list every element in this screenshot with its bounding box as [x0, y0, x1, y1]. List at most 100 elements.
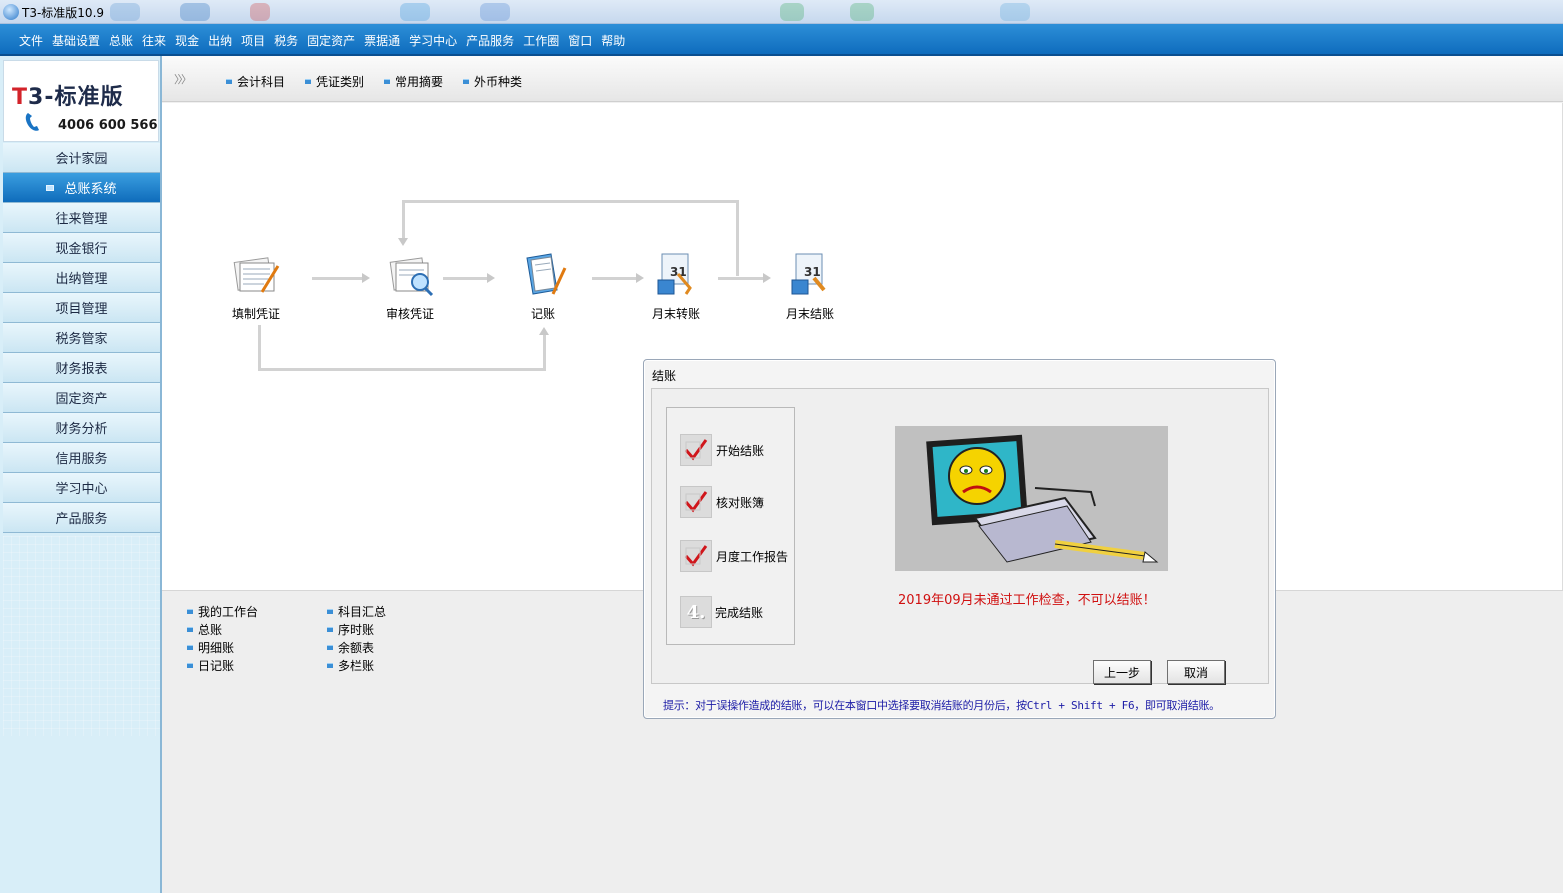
bullet-icon — [305, 79, 312, 84]
sidebar-item[interactable]: 财务报表 — [3, 353, 160, 383]
sidebar-item[interactable]: 项目管理 — [3, 293, 160, 323]
month-end-close-icon: 31 — [791, 253, 826, 295]
quick-links-column-2: 科目汇总 序时账 余额表多栏账 — [327, 602, 386, 674]
svg-text:31: 31 — [804, 265, 821, 279]
sidebar-item[interactable]: 财务分析 — [3, 413, 160, 443]
menu-item[interactable]: 往来 — [142, 32, 166, 49]
sidebar-item-label: 会计家园 — [55, 152, 108, 167]
dialog-title: 结账 — [652, 369, 677, 383]
function-tab[interactable]: 外币种类 — [463, 73, 522, 90]
menu-item[interactable]: 窗口 — [568, 32, 592, 49]
bullet-icon — [187, 626, 193, 632]
step-label: 完成结账 — [715, 605, 764, 620]
support-phone: 4006 600 566 — [58, 118, 158, 133]
quick-link[interactable]: 我的工作台 — [187, 602, 258, 620]
post-ledger-icon — [526, 253, 567, 295]
title-bar: T3-标准版10.9 — [0, 0, 1563, 24]
menu-item[interactable]: 工作圈 — [523, 32, 559, 49]
menu-item[interactable]: 税务 — [274, 32, 298, 49]
check-icon — [680, 540, 712, 572]
sidebar-item[interactable]: 会计家园 — [3, 143, 160, 173]
error-message: 2019年09月未通过工作检查，不可以结账！ — [898, 593, 1156, 608]
flow-node-post[interactable]: 记账 — [503, 250, 583, 322]
check-icon — [680, 434, 712, 466]
menu-item[interactable]: 产品服务 — [466, 32, 514, 49]
sidebar-item[interactable]: 往来管理 — [3, 203, 160, 233]
desktop-decoration — [1000, 3, 1030, 21]
menu-item[interactable]: 项目 — [241, 32, 265, 49]
menu-item[interactable]: 帮助 — [601, 32, 625, 49]
flow-node-label: 审核凭证 — [385, 307, 434, 321]
function-tab-label: 会计科目 — [237, 75, 286, 89]
function-tab-label: 常用摘要 — [395, 75, 444, 89]
expand-chevron-icon[interactable]: 〉〉〉 — [174, 71, 192, 87]
function-tab-strip: 〉〉〉 会计科目 凭证类别 常用摘要 外币种类 — [162, 56, 1563, 102]
function-tab-label: 外币种类 — [474, 75, 523, 89]
cancel-button[interactable]: 取消 — [1167, 660, 1225, 684]
quick-link[interactable]: 日记账 — [187, 656, 258, 674]
flow-node-label: 月末转账 — [651, 307, 700, 321]
voucher-audit-icon — [389, 257, 434, 297]
menu-item[interactable]: 学习中心 — [409, 32, 457, 49]
sidebar-item[interactable]: 现金银行 — [3, 233, 160, 263]
sidebar-item[interactable]: 固定资产 — [3, 383, 160, 413]
menu-item[interactable]: 现金 — [175, 32, 199, 49]
function-tab[interactable]: 常用摘要 — [384, 73, 443, 90]
check-icon — [680, 486, 712, 518]
flow-connector — [402, 200, 739, 203]
quick-link[interactable]: 明细账 — [187, 638, 258, 656]
sidebar-item-label: 固定资产 — [55, 392, 108, 407]
sidebar-item[interactable]: 学习中心 — [3, 473, 160, 503]
arrow-right-icon — [487, 273, 495, 283]
quick-link[interactable]: 总账 — [187, 620, 258, 638]
menu-item[interactable]: 出纳 — [208, 32, 232, 49]
flow-connector — [258, 325, 261, 370]
previous-step-button[interactable]: 上一步 — [1093, 660, 1151, 684]
bullet-icon — [226, 79, 232, 84]
sidebar-item[interactable]: 信用服务 — [3, 443, 160, 473]
arrow-up-icon — [539, 327, 549, 335]
arrow-right-icon — [362, 273, 370, 283]
flow-node-audit-voucher[interactable]: 审核凭证 — [370, 250, 450, 322]
desktop-decoration — [110, 3, 140, 21]
step-number-icon: 4. — [680, 596, 712, 628]
flow-connector — [592, 277, 637, 280]
function-tab[interactable]: 凭证类别 — [305, 73, 364, 90]
product-logo: T3-标准版 4006 600 566 — [3, 60, 159, 142]
flow-node-month-end-close[interactable]: 31 月末结账 — [770, 250, 850, 322]
quick-link[interactable]: 多栏账 — [327, 656, 386, 674]
sidebar-item-label: 项目管理 — [55, 302, 108, 317]
phone-icon — [25, 113, 39, 131]
bullet-icon — [187, 644, 193, 650]
flow-connector — [312, 277, 364, 280]
menu-item[interactable]: 总账 — [109, 32, 133, 49]
sidebar-item[interactable]: 税务管家 — [3, 323, 160, 353]
svg-text:31: 31 — [670, 265, 687, 279]
flow-connector — [258, 368, 546, 371]
flow-node-fill-voucher[interactable]: 填制凭证 — [216, 250, 296, 322]
desktop-decoration — [480, 3, 510, 21]
menu-item[interactable]: 固定资产 — [307, 32, 355, 49]
quick-link-label: 多栏账 — [338, 658, 375, 673]
bullet-icon — [384, 79, 391, 84]
menu-item[interactable]: 文件 — [19, 32, 43, 49]
quick-link[interactable]: 余额表 — [327, 638, 386, 656]
flow-connector — [402, 200, 405, 240]
quick-link-label: 日记账 — [198, 658, 235, 673]
step-verify-books: 核对账簿 — [680, 486, 764, 518]
sidebar-item[interactable]: 总账系统 — [3, 173, 160, 203]
flow-connector — [718, 277, 763, 280]
left-panel-pattern — [3, 536, 160, 736]
quick-link[interactable]: 序时账 — [327, 620, 386, 638]
close-account-dialog: 结账 开始结账 核对账簿 月度工作报告 4. 完成结账 2019年09月未通过工… — [643, 359, 1276, 719]
function-tab[interactable]: 会计科目 — [226, 73, 285, 90]
sidebar-item[interactable]: 出纳管理 — [3, 263, 160, 293]
menu-item[interactable]: 基础设置 — [52, 32, 100, 49]
step-label: 开始结账 — [716, 443, 765, 458]
close-steps-panel: 开始结账 核对账簿 月度工作报告 4. 完成结账 — [666, 407, 795, 645]
menu-item[interactable]: 票据通 — [364, 32, 400, 49]
flow-node-month-end-transfer[interactable]: 31 月末转账 — [636, 250, 716, 322]
bullet-icon — [327, 662, 333, 668]
sidebar-item[interactable]: 产品服务 — [3, 503, 160, 533]
quick-link[interactable]: 科目汇总 — [327, 602, 386, 620]
